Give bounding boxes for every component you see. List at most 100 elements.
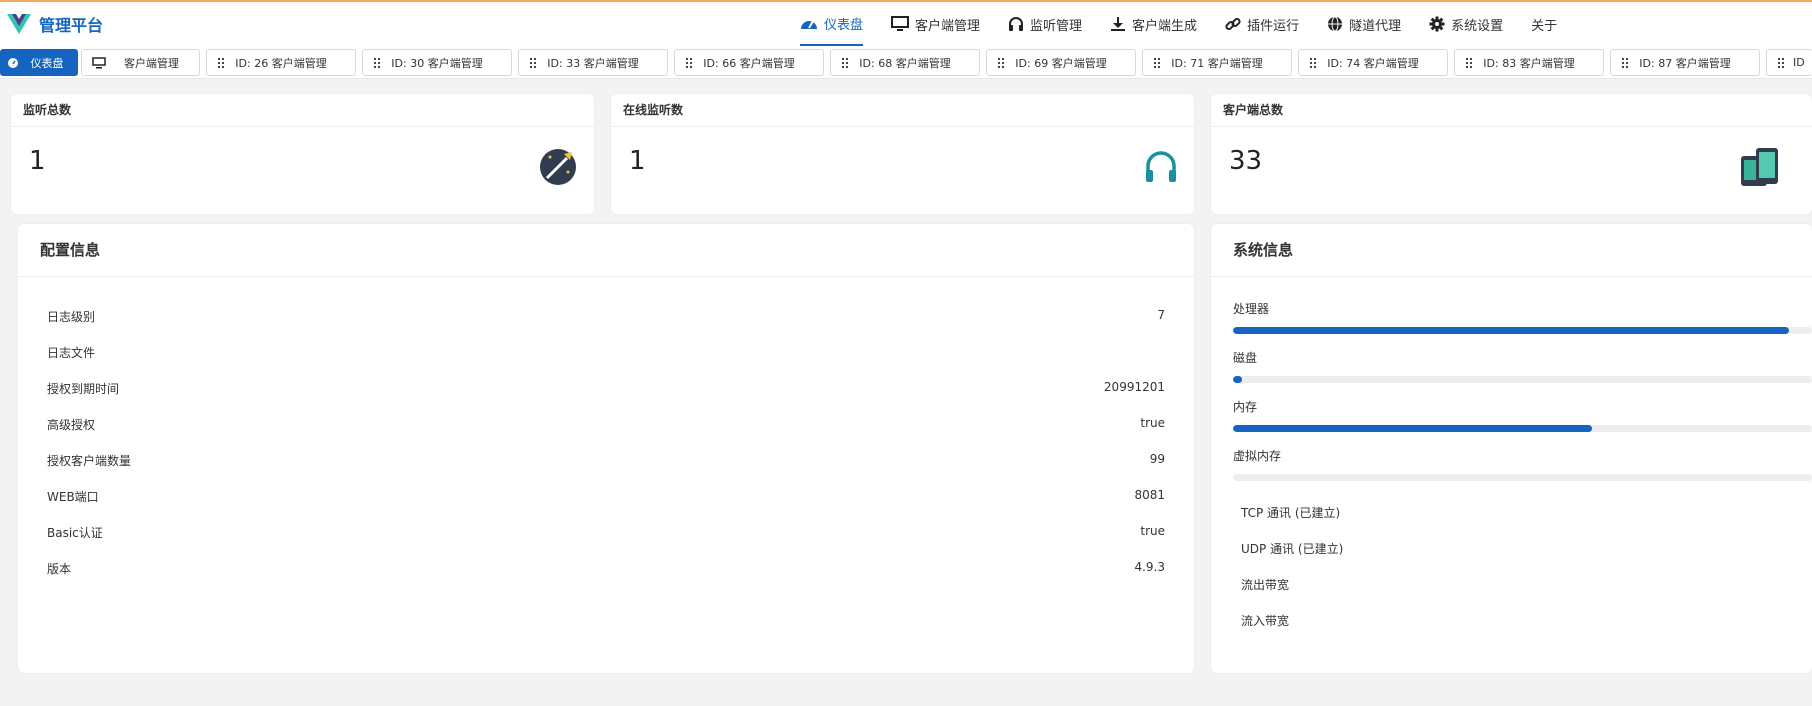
config-key: 版本 (47, 562, 72, 576)
tab-client-69[interactable]: ID: 69 客户端管理 (986, 49, 1136, 76)
tab-label: ID: 71 客户端管理 (1171, 56, 1263, 70)
tab-label: ID: 26 客户端管理 (235, 56, 327, 70)
tab-label: ID: 30 客户端管理 (391, 56, 483, 70)
nav-client-management[interactable]: 客户端管理 (891, 2, 980, 46)
stat-title: 在线监听数 (611, 94, 1194, 127)
panel-title: 系统信息 (1211, 224, 1812, 277)
tab-client-26[interactable]: ID: 26 客户端管理 (206, 49, 356, 76)
resource-label-memory: 内存 (1233, 400, 1258, 414)
tab-label: ID: 87 客户端管理 (1639, 56, 1731, 70)
stat-card-listener-total: 监听总数 1 (11, 94, 594, 214)
config-value: 4.9.3 (1134, 560, 1165, 574)
system-info-panel: 系统信息 处理器 磁盘 内存 虚拟内存 TCP 通讯 (已建立) UDP 通讯 … (1211, 224, 1812, 673)
tab-client-87[interactable]: ID: 87 客户端管理 (1610, 49, 1760, 76)
config-row-web-port: WEB端口 8081 (47, 488, 1165, 508)
config-key: 日志文件 (47, 346, 96, 360)
resource-label-cpu: 处理器 (1233, 302, 1270, 316)
config-key: 高级授权 (47, 418, 96, 432)
main-nav: 仪表盘 客户端管理 监听管理 客户端生成 插件运行 隧道代理 系统设置 关于 (800, 2, 1585, 48)
config-key: WEB端口 (47, 490, 99, 504)
nav-client-generate[interactable]: 客户端生成 (1110, 2, 1197, 46)
stat-card-online-listener: 在线监听数 1 (611, 94, 1194, 214)
tab-label: ID: 66 客户端管理 (703, 56, 795, 70)
config-panel: 配置信息 日志级别 7 日志文件 授权到期时间 20991201 高级授权 tr… (18, 224, 1194, 673)
config-key: 授权客户端数量 (47, 454, 132, 468)
tab-client-68[interactable]: ID: 68 客户端管理 (830, 49, 980, 76)
tab-label: 客户端管理 (124, 56, 179, 70)
tab-client-33[interactable]: ID: 33 客户端管理 (518, 49, 668, 76)
nav-system-settings[interactable]: 系统设置 (1429, 2, 1503, 46)
tab-label: ID: 68 客户端管理 (859, 56, 951, 70)
rocket-icon (540, 149, 576, 185)
tab-client-83[interactable]: ID: 83 客户端管理 (1454, 49, 1604, 76)
dashboard-icon (801, 20, 817, 29)
network-outbound: 流出带宽 (1241, 578, 1290, 592)
tab-client-66[interactable]: ID: 66 客户端管理 (674, 49, 824, 76)
config-row-licensed-clients: 授权客户端数量 99 (47, 452, 1165, 472)
panel-title: 配置信息 (18, 224, 1194, 277)
nav-label: 仪表盘 (824, 17, 864, 33)
config-row-log-file: 日志文件 (47, 344, 1165, 364)
stat-value: 33 (1229, 146, 1263, 176)
config-value: true (1140, 416, 1165, 430)
tab-label: ID: 74 客户端管理 (1327, 56, 1419, 70)
memory-progress-fill (1233, 425, 1592, 432)
top-navbar: 管理平台 仪表盘 客户端管理 监听管理 客户端生成 插件运行 隧道代理 系统设置… (0, 0, 1812, 48)
nav-label: 系统设置 (1451, 18, 1504, 34)
nav-label: 客户端生成 (1132, 18, 1198, 34)
nav-label: 隧道代理 (1349, 18, 1402, 34)
memory-progress (1233, 425, 1812, 432)
stat-value: 1 (629, 146, 646, 176)
nav-label: 监听管理 (1030, 18, 1083, 34)
disk-progress-fill (1233, 376, 1242, 383)
tab-label: ID: 83 客户端管理 (1483, 56, 1575, 70)
brand[interactable]: 管理平台 (7, 12, 103, 36)
tab-client-71[interactable]: ID: 71 客户端管理 (1142, 49, 1292, 76)
network-tcp: TCP 通讯 (已建立) (1241, 506, 1341, 520)
config-value: true (1140, 524, 1165, 538)
app-title: 管理平台 (39, 16, 104, 35)
headphones-icon (1146, 151, 1176, 182)
nav-dashboard[interactable]: 仪表盘 (800, 2, 864, 46)
monitor-icon (891, 16, 910, 31)
tab-client-30[interactable]: ID: 30 客户端管理 (362, 49, 512, 76)
nav-label: 关于 (1531, 18, 1558, 34)
stat-title: 监听总数 (11, 94, 594, 127)
stat-title: 客户端总数 (1211, 94, 1812, 127)
logo-icon (7, 14, 31, 34)
stat-value: 1 (29, 146, 46, 176)
nav-tunnel-proxy[interactable]: 隧道代理 (1327, 2, 1401, 46)
tab-client-management[interactable]: 客户端管理 (81, 49, 200, 76)
nav-about[interactable]: 关于 (1531, 2, 1557, 46)
headphones-icon (1009, 17, 1024, 31)
download-icon (1111, 17, 1126, 31)
tab-client-partial[interactable]: ID (1766, 49, 1812, 76)
drag-handle-icon (1777, 57, 1785, 68)
cpu-progress (1233, 327, 1812, 334)
tab-label: 仪表盘 (30, 56, 64, 70)
config-key: 日志级别 (47, 310, 96, 324)
config-row-advanced-license: 高级授权 true (47, 416, 1165, 436)
tab-label: ID: 69 客户端管理 (1015, 56, 1107, 70)
tab-bar: 仪表盘 客户端管理 ID: 26 客户端管理 ID: 30 客户端管理 ID: … (0, 48, 1812, 79)
disk-progress (1233, 376, 1812, 383)
config-value: 99 (1149, 452, 1165, 466)
tab-client-74[interactable]: ID: 74 客户端管理 (1298, 49, 1448, 76)
config-value: 20991201 (1103, 380, 1165, 394)
tab-dashboard[interactable]: 仪表盘 (0, 49, 78, 76)
cpu-progress-fill (1233, 327, 1789, 334)
virtual-memory-progress (1233, 474, 1812, 481)
resource-label-virtual-memory: 虚拟内存 (1233, 449, 1282, 463)
config-row-version: 版本 4.9.3 (47, 560, 1165, 580)
nav-label: 客户端管理 (915, 18, 981, 34)
nav-plugin-run[interactable]: 插件运行 (1225, 2, 1299, 46)
nav-listener-management[interactable]: 监听管理 (1008, 2, 1082, 46)
config-key: Basic认证 (47, 526, 103, 540)
config-row-basic-auth: Basic认证 true (47, 524, 1165, 544)
tab-label: ID (1793, 56, 1805, 69)
config-key: 授权到期时间 (47, 382, 120, 396)
network-inbound: 流入带宽 (1241, 614, 1290, 628)
config-row-log-level: 日志级别 7 (47, 308, 1165, 328)
tab-label: ID: 33 客户端管理 (547, 56, 639, 70)
config-value: 8081 (1134, 488, 1165, 502)
